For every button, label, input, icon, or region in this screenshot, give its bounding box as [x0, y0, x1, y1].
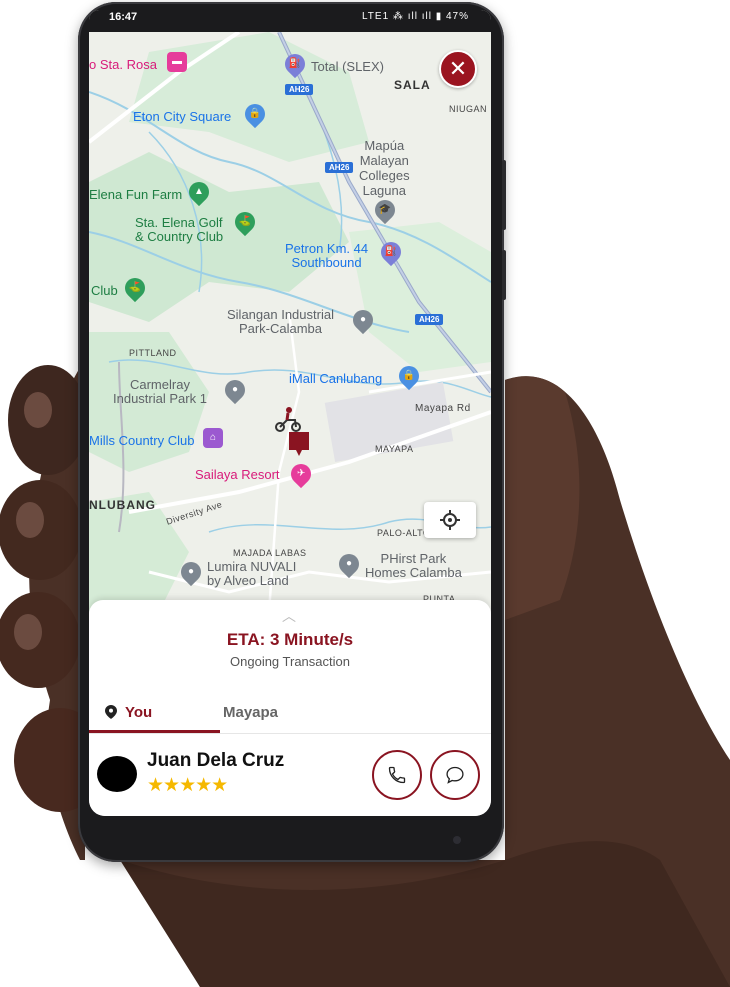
- driver-name: Juan Dela Cruz: [147, 750, 285, 771]
- close-icon: ✕: [448, 56, 468, 81]
- map-label-carmelray-line: Industrial Park 1: [113, 391, 207, 406]
- map-label-mayapa: MAYAPA: [375, 444, 414, 454]
- chat-bubble-icon: [446, 766, 464, 784]
- map-label-lumira-nuvali: Lumira NUVALI by Alveo Land: [207, 560, 296, 588]
- trip-bottom-sheet[interactable]: ︿ ETA: 3 Minute/s Ongoing Transaction Yo…: [89, 600, 491, 816]
- location-pin-icon: [105, 705, 117, 719]
- map-label-sailaya-resort: Sailaya Resort: [195, 467, 280, 482]
- map-label-sta-rosa: o Sta. Rosa: [89, 57, 157, 72]
- map-label-pittland: PITTLAND: [129, 348, 177, 358]
- map-label-mapua: Mapúa Malayan Colleges Laguna: [359, 138, 410, 198]
- map-label-petron-line: Petron Km. 44: [285, 241, 369, 256]
- map-label-majada-labas: MAJADA LABAS: [233, 548, 307, 558]
- map-label-lumira-nuvali-line: by Alveo Land: [207, 573, 289, 588]
- hotel-pin-icon[interactable]: ▬: [167, 52, 187, 72]
- map-label-phirst-park-line: Homes Calamba: [365, 565, 462, 580]
- map-label-club: Club: [91, 283, 118, 298]
- tab-divider: [89, 733, 491, 734]
- map-label-petron: Petron Km. 44 Southbound: [285, 242, 368, 270]
- status-bar: 16:47 LTE1 ⁂ ıll ıll ▮ 47%: [89, 10, 491, 32]
- status-time: 16:47: [109, 11, 138, 23]
- driver-rating-stars: ★★★★★: [147, 775, 228, 796]
- map-label-silangan-line: Silangan Industrial: [227, 307, 334, 322]
- map-label-silangan: Silangan Industrial Park-Calamba: [227, 308, 334, 336]
- phone-side-button: [502, 160, 506, 230]
- map-label-imall-canlubang: iMall Canlubang: [289, 371, 383, 386]
- transaction-status: Ongoing Transaction: [230, 654, 350, 669]
- status-indicators: LTE1 ⁂ ıll ıll ▮ 47%: [361, 11, 469, 22]
- tab-mayapa-label: Mayapa: [223, 703, 279, 721]
- map-label-sta-elena-golf-line: Sta. Elena Golf: [135, 215, 223, 230]
- map-label-carmelray: Carmelray Industrial Park 1: [113, 378, 207, 406]
- road-shield-ah26: AH26: [415, 314, 444, 325]
- map-label-petron-line: Southbound: [291, 255, 362, 270]
- map-label-sala: SALA: [394, 78, 431, 92]
- road-shield-ah26: AH26: [325, 162, 354, 173]
- phone-side-button: [502, 250, 506, 300]
- map-label-lumira-nuvali-line: Lumira NUVALI: [207, 559, 297, 574]
- map-label-carmelray-line: Carmelray: [129, 377, 190, 392]
- map-label-canlubang: NLUBANG: [89, 498, 156, 512]
- screen: 16:47 LTE1 ⁂ ıll ıll ▮ 47% o Sta. Rosa ▬…: [89, 10, 491, 816]
- tab-mayapa[interactable]: Mayapa: [223, 694, 278, 730]
- call-button[interactable]: [372, 750, 422, 800]
- map-label-silangan-line: Park-Calamba: [238, 321, 323, 336]
- map-label-phirst-park-line: PHirst Park: [380, 551, 447, 566]
- map-label-sta-elena-golf-line: & Country Club: [135, 229, 224, 244]
- map-label-phirst-park: PHirst Park Homes Calamba: [365, 552, 462, 580]
- map-label-mills-country-club: Mills Country Club: [89, 433, 195, 448]
- avatar: [97, 756, 137, 792]
- map-label-elena-fun-farm: Elena Fun Farm: [89, 187, 183, 202]
- eta-label: ETA: 3 Minute/s: [226, 630, 354, 649]
- club-pin-icon[interactable]: ⌂: [203, 428, 223, 448]
- map-label-mapua-line: Laguna: [362, 183, 406, 198]
- map-label-mapua-line: Malayan: [359, 153, 409, 168]
- chevron-up-icon[interactable]: ︿: [282, 606, 296, 626]
- front-camera: [453, 836, 461, 844]
- tab-you[interactable]: You: [105, 694, 152, 730]
- crosshair-icon: [440, 510, 460, 530]
- map-label-eton-city-square: Eton City Square: [133, 109, 232, 124]
- my-location-button[interactable]: [424, 502, 476, 538]
- map-label-palo-alto: PALO-ALTO: [377, 528, 431, 538]
- map-view[interactable]: o Sta. Rosa ▬ ⛽ Total (SLEX) SALA NIUGAN…: [89, 32, 491, 612]
- close-button[interactable]: ✕: [439, 50, 477, 88]
- map-label-mapua-line: Colleges: [359, 168, 410, 183]
- chat-button[interactable]: [430, 750, 480, 800]
- tab-you-label: You: [125, 703, 153, 721]
- map-label-mapua-line: Mapúa: [364, 138, 405, 153]
- map-label-niugan: NIUGAN: [449, 104, 488, 114]
- map-label-mayapa-rd: Mayapa Rd: [415, 403, 471, 414]
- destination-marker-icon: [289, 432, 309, 456]
- phone-icon: [388, 766, 406, 784]
- map-label-sta-elena-golf: Sta. Elena Golf & Country Club: [135, 216, 223, 244]
- road-shield-ah26: AH26: [285, 84, 314, 95]
- location-tabs: You Mayapa: [89, 694, 491, 734]
- map-label-total-slex: Total (SLEX): [311, 59, 384, 74]
